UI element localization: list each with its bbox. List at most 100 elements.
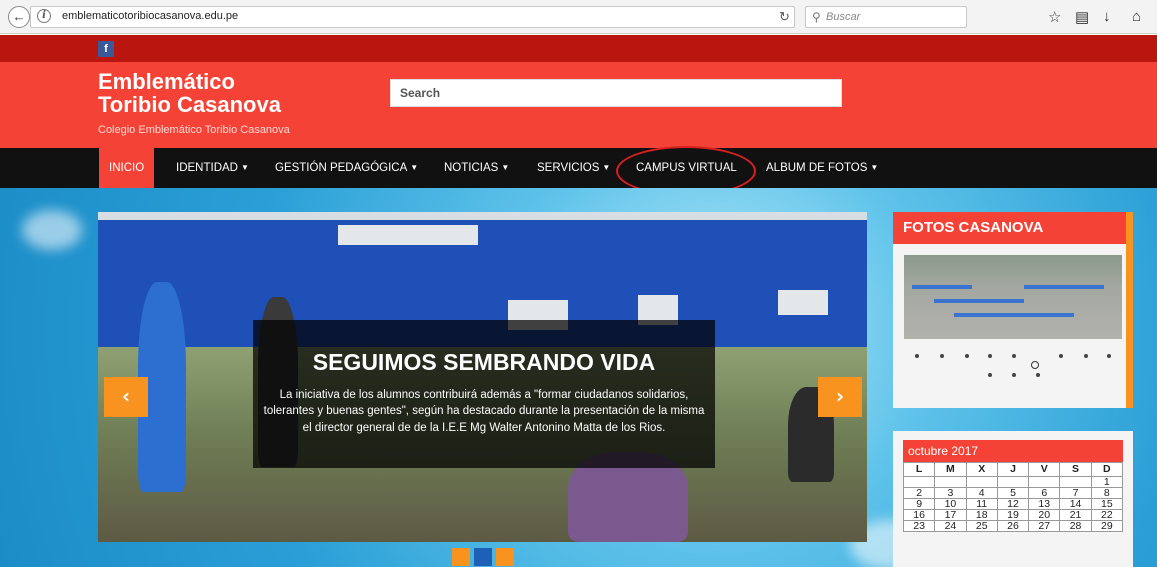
calendar-day-cell [1059, 476, 1092, 488]
calendar-day-cell[interactable]: 6 [1028, 487, 1061, 499]
carousel-dot-active[interactable] [1031, 361, 1039, 369]
caret-down-icon: ▼ [410, 163, 419, 172]
site-title-line1[interactable]: Emblemático [98, 70, 358, 93]
calendar-day-cell [934, 476, 967, 488]
calendar-day-cell[interactable]: 20 [1028, 509, 1061, 521]
calendar-day-cell[interactable]: 21 [1059, 509, 1092, 521]
calendar-day-cell[interactable]: 14 [1059, 498, 1092, 510]
nav-item-noticias[interactable]: NOTICIAS ▼ [444, 148, 509, 188]
facebook-icon[interactable]: f [98, 41, 114, 57]
photo-detail [954, 313, 1074, 317]
calendar-day-cell[interactable]: 23 [902, 520, 936, 532]
nav-item-servicios[interactable]: SERVICIOS ▼ [537, 148, 610, 188]
slider-next-button[interactable]: › [818, 377, 862, 417]
site-title[interactable]: Emblemático Toribio Casanova [98, 70, 358, 116]
calendar-day-header: S [1059, 462, 1092, 477]
carousel-dot[interactable] [915, 354, 919, 358]
info-icon[interactable]: i [37, 9, 51, 23]
calendar-day-cell[interactable]: 18 [965, 509, 998, 521]
carousel-dot[interactable] [988, 354, 992, 358]
carousel-dot[interactable] [965, 354, 969, 358]
slider-prev-button[interactable]: ‹ [104, 377, 148, 417]
calendar-day-header: J [996, 462, 1030, 477]
nav-item-inicio[interactable]: INICIO [99, 148, 155, 188]
calendar-day-cell[interactable]: 27 [1028, 520, 1061, 532]
calendar-day-header: M [934, 462, 967, 477]
nav-item-gestion-pedagogica[interactable]: GESTIÓN PEDAGÓGICA ▼ [275, 148, 418, 188]
calendar-day-cell[interactable]: 24 [934, 520, 967, 532]
carousel-dot[interactable] [1107, 354, 1111, 358]
calendar-header-row: L M X J V S D [902, 462, 1124, 477]
calendar-day-cell [902, 476, 936, 488]
reading-list-icon[interactable]: ▤ [1075, 8, 1089, 26]
calendar-day-cell[interactable]: 13 [1028, 498, 1061, 510]
calendar-week-row: 1 [902, 476, 1124, 488]
calendar-day-cell[interactable]: 28 [1059, 520, 1092, 532]
carousel-dot[interactable] [940, 354, 944, 358]
calendar-day-cell[interactable]: 8 [1090, 487, 1124, 499]
calendar-day-cell[interactable]: 12 [996, 498, 1030, 510]
building-window [778, 290, 828, 315]
calendar-day-cell[interactable]: 16 [902, 509, 936, 521]
calendar-day-cell[interactable]: 29 [1090, 520, 1124, 532]
nav-label: INICIO [109, 162, 145, 174]
photo-thumbnail[interactable] [904, 255, 1122, 339]
bookmark-star-icon[interactable]: ☆ [1048, 8, 1061, 26]
calendar-day-cell [996, 476, 1030, 488]
calendar-day-cell[interactable]: 1 [1090, 476, 1124, 488]
download-arrow-icon[interactable]: ↓ [1103, 8, 1111, 25]
nav-label: SERVICIOS [537, 162, 600, 174]
carousel-dot[interactable] [988, 373, 992, 377]
calendar-day-cell[interactable]: 9 [902, 498, 936, 510]
calendar-day-cell[interactable]: 3 [934, 487, 967, 499]
carousel-dot[interactable] [1059, 354, 1063, 358]
browser-search-input[interactable]: ⚲ Buscar [805, 6, 967, 28]
calendar-day-header: X [965, 462, 998, 477]
nav-item-identidad[interactable]: IDENTIDAD ▼ [176, 148, 249, 188]
site-title-line2[interactable]: Toribio Casanova [98, 93, 358, 116]
slide-title[interactable]: SEGUIMOS SEMBRANDO VIDA [253, 349, 715, 376]
calendar-day-cell[interactable]: 17 [934, 509, 967, 521]
slide-text: La iniciativa de los alumnos contribuirá… [263, 389, 705, 434]
calendar-day-cell[interactable]: 10 [934, 498, 967, 510]
nav-label: IDENTIDAD [176, 162, 238, 174]
calendar-week-row: 23 24 25 26 27 28 29 [902, 520, 1124, 532]
carousel-dot[interactable] [1012, 373, 1016, 377]
browser-search-placeholder: Buscar [826, 11, 861, 23]
calendar-month: octubre 2017 [903, 440, 1123, 462]
slide-indicator[interactable] [474, 548, 492, 566]
magnifier-icon: ⚲ [812, 10, 821, 24]
back-arrow-icon[interactable]: ← [8, 6, 30, 28]
home-icon[interactable]: ⌂ [1132, 8, 1141, 25]
calendar-day-cell[interactable]: 2 [902, 487, 936, 499]
calendar-day-cell[interactable]: 7 [1059, 487, 1092, 499]
calendar-week-row: 16 17 18 19 20 21 22 [902, 509, 1124, 521]
carousel-dot[interactable] [1036, 373, 1040, 377]
photos-widget-title: FOTOS CASANOVA [893, 212, 1126, 244]
calendar-day-cell[interactable]: 26 [996, 520, 1030, 532]
calendar-day-cell[interactable]: 11 [965, 498, 998, 510]
reload-icon[interactable]: ↻ [779, 9, 790, 25]
site-search-input[interactable]: Search [390, 79, 842, 107]
calendar-day-cell[interactable]: 15 [1090, 498, 1124, 510]
calendar-day-cell[interactable]: 22 [1090, 509, 1124, 521]
carousel-dot[interactable] [1012, 354, 1016, 358]
caret-down-icon: ▼ [240, 163, 249, 172]
bokeh-light [22, 210, 82, 250]
slide-indicator[interactable] [496, 548, 514, 566]
calendar-day-cell[interactable]: 5 [996, 487, 1030, 499]
slide-indicator[interactable] [452, 548, 470, 566]
calendar-day-cell [965, 476, 998, 488]
photo-detail [1024, 285, 1104, 289]
nav-item-album-de-fotos[interactable]: ALBUM DE FOTOS ▼ [766, 148, 878, 188]
calendar-day-header: V [1028, 462, 1061, 477]
carousel-dot[interactable] [1084, 354, 1088, 358]
calendar-day-header: L [902, 462, 936, 477]
url-text[interactable]: emblematicotoribiocasanova.edu.pe [62, 10, 238, 22]
building-window [338, 225, 478, 245]
calendar-day-cell[interactable]: 25 [965, 520, 998, 532]
calendar-day-cell[interactable]: 19 [996, 509, 1030, 521]
calendar-week-row: 2 3 4 5 6 7 8 [902, 487, 1124, 499]
photo-detail [912, 285, 972, 289]
calendar-day-cell[interactable]: 4 [965, 487, 998, 499]
